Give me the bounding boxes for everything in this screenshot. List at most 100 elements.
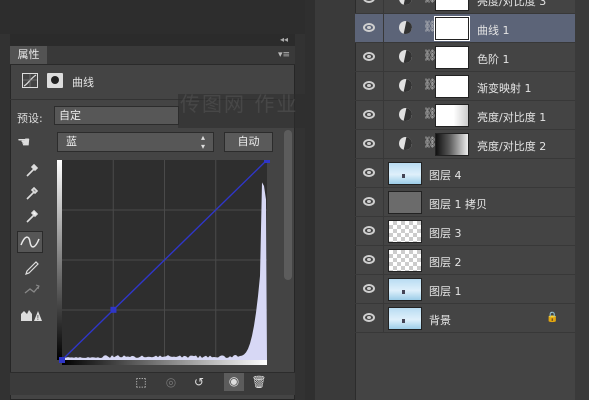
panel-scrollbar[interactable] xyxy=(284,130,292,280)
eyedropper-black-icon[interactable] xyxy=(22,160,42,180)
visibility-eye-icon[interactable] xyxy=(363,81,375,90)
visibility-column[interactable] xyxy=(355,188,384,216)
visibility-eye-icon[interactable] xyxy=(363,255,375,264)
adjustment-layer-icon xyxy=(399,50,412,63)
layer-mask-thumbnail[interactable] xyxy=(435,104,469,127)
layer-name: 亮度/对比度 2 xyxy=(477,138,546,154)
adjustment-layer-icon xyxy=(399,21,412,34)
curves-adjustment-icon[interactable] xyxy=(22,73,38,88)
clip-to-layer-icon[interactable]: ⬚ xyxy=(132,374,150,390)
adjustment-layer-icon xyxy=(399,108,412,121)
layer-thumbnail[interactable] xyxy=(388,278,422,301)
visibility-eye-icon[interactable] xyxy=(363,110,375,119)
visibility-column[interactable] xyxy=(355,101,384,129)
visibility-column[interactable] xyxy=(355,43,384,71)
layer-name: 图层 4 xyxy=(429,167,462,183)
channel-select[interactable]: 蓝 xyxy=(57,132,214,152)
layer-mask-thumbnail[interactable] xyxy=(435,133,469,156)
adjustment-layer-icon xyxy=(399,79,412,92)
layer-row[interactable]: 图层 3 xyxy=(355,217,575,246)
layer-name: 渐变映射 1 xyxy=(477,80,532,96)
visibility-column[interactable] xyxy=(355,217,384,245)
visibility-column[interactable] xyxy=(355,0,384,13)
layer-row[interactable]: 图层 1 拷贝 xyxy=(355,188,575,217)
layer-thumbnail[interactable] xyxy=(388,162,422,185)
visibility-column[interactable] xyxy=(355,14,384,42)
tab-properties[interactable]: 属性 xyxy=(10,46,47,64)
dock-strip xyxy=(315,0,355,400)
layer-row[interactable]: ⛓ 渐变映射 1 xyxy=(355,72,575,101)
visibility-eye-icon[interactable] xyxy=(363,313,375,322)
panel-tab-bar xyxy=(10,46,295,65)
collapse-icon[interactable]: ◂◂ xyxy=(280,34,294,46)
preset-select[interactable]: 自定 xyxy=(54,106,179,125)
curve-control-point[interactable] xyxy=(59,357,65,363)
top-strip xyxy=(0,0,305,34)
layer-mask-icon[interactable] xyxy=(47,73,63,88)
view-previous-icon[interactable]: ◎ xyxy=(162,374,180,390)
layer-name: 亮度/对比度 3 xyxy=(477,0,546,9)
layer-name: 色阶 1 xyxy=(477,51,510,67)
layer-mask-thumbnail[interactable] xyxy=(435,75,469,98)
clipping-warning-icon[interactable]: ! xyxy=(19,305,45,325)
layer-row[interactable]: 图层 4 xyxy=(355,159,575,188)
panel-header[interactable] xyxy=(10,34,295,46)
curve-control-point[interactable] xyxy=(264,160,270,163)
visibility-eye-icon[interactable] xyxy=(363,168,375,177)
layer-name: 背景 xyxy=(429,312,451,328)
select-arrows-icon: ▴ ▾ xyxy=(201,133,205,151)
preset-label: 预设: xyxy=(17,110,43,126)
lock-icon: 🔒 xyxy=(546,312,558,323)
layer-row[interactable]: ⛓ 亮度/对比度 2 xyxy=(355,130,575,159)
visibility-column[interactable] xyxy=(355,246,384,274)
visibility-eye-icon[interactable] xyxy=(363,284,375,293)
layer-mask-thumbnail[interactable] xyxy=(435,46,469,69)
visibility-column[interactable] xyxy=(355,159,384,187)
layer-row[interactable]: ⛓ 亮度/对比度 1 xyxy=(355,101,575,130)
visibility-column[interactable] xyxy=(355,130,384,158)
auto-button[interactable]: 自动 xyxy=(224,132,273,152)
layer-thumbnail[interactable] xyxy=(388,249,422,272)
visibility-eye-icon[interactable] xyxy=(363,139,375,148)
layer-row[interactable]: ⛓ 色阶 1 xyxy=(355,43,575,72)
layer-row[interactable]: 背景 🔒 xyxy=(355,304,575,333)
adjustment-layer-icon xyxy=(399,0,412,5)
layer-name: 曲线 1 xyxy=(477,22,510,38)
panel-menu-icon[interactable]: ▾≡ xyxy=(278,46,292,64)
eyedropper-white-icon[interactable] xyxy=(22,206,42,226)
layer-name: 图层 1 拷贝 xyxy=(429,196,487,212)
visibility-column[interactable] xyxy=(355,275,384,303)
trash-icon[interactable]: 🗑 xyxy=(250,374,268,390)
reset-icon[interactable]: ↺ xyxy=(190,374,208,390)
visibility-eye-icon[interactable] xyxy=(363,197,375,206)
curve-edit-icon[interactable] xyxy=(17,231,43,253)
hand-target-icon[interactable]: ☚ xyxy=(17,133,30,151)
panel-divider[interactable] xyxy=(305,0,315,400)
curves-graph[interactable] xyxy=(57,160,272,368)
layers-scrollbar[interactable] xyxy=(575,0,589,400)
visibility-eye-icon[interactable]: ◉ xyxy=(224,373,244,391)
visibility-eye-icon[interactable] xyxy=(363,23,375,32)
layer-mask-thumbnail[interactable] xyxy=(435,17,469,40)
layer-name: 图层 2 xyxy=(429,254,462,270)
layer-row[interactable]: ⛓ 曲线 1 xyxy=(355,14,575,43)
curve-control-point[interactable] xyxy=(110,307,116,313)
visibility-eye-icon[interactable] xyxy=(363,226,375,235)
smooth-icon[interactable] xyxy=(22,280,42,300)
eyedropper-gray-icon[interactable] xyxy=(22,183,42,203)
visibility-column[interactable] xyxy=(355,72,384,100)
layer-name: 亮度/对比度 1 xyxy=(477,109,546,125)
layer-mask-thumbnail[interactable] xyxy=(435,0,469,11)
layer-name: 图层 1 xyxy=(429,283,462,299)
layer-thumbnail[interactable] xyxy=(388,191,422,214)
layer-row[interactable]: 图层 2 xyxy=(355,246,575,275)
visibility-eye-icon[interactable] xyxy=(363,52,375,61)
visibility-eye-icon[interactable] xyxy=(363,0,375,3)
layer-row[interactable]: 图层 1 xyxy=(355,275,575,304)
layer-thumbnail[interactable] xyxy=(388,220,422,243)
layer-thumbnail[interactable] xyxy=(388,307,422,330)
pencil-icon[interactable] xyxy=(22,256,42,276)
visibility-column[interactable] xyxy=(355,304,384,332)
adjustment-title: 曲线 xyxy=(72,74,94,90)
layer-row[interactable]: ⛓亮度/对比度 3 xyxy=(355,0,575,14)
